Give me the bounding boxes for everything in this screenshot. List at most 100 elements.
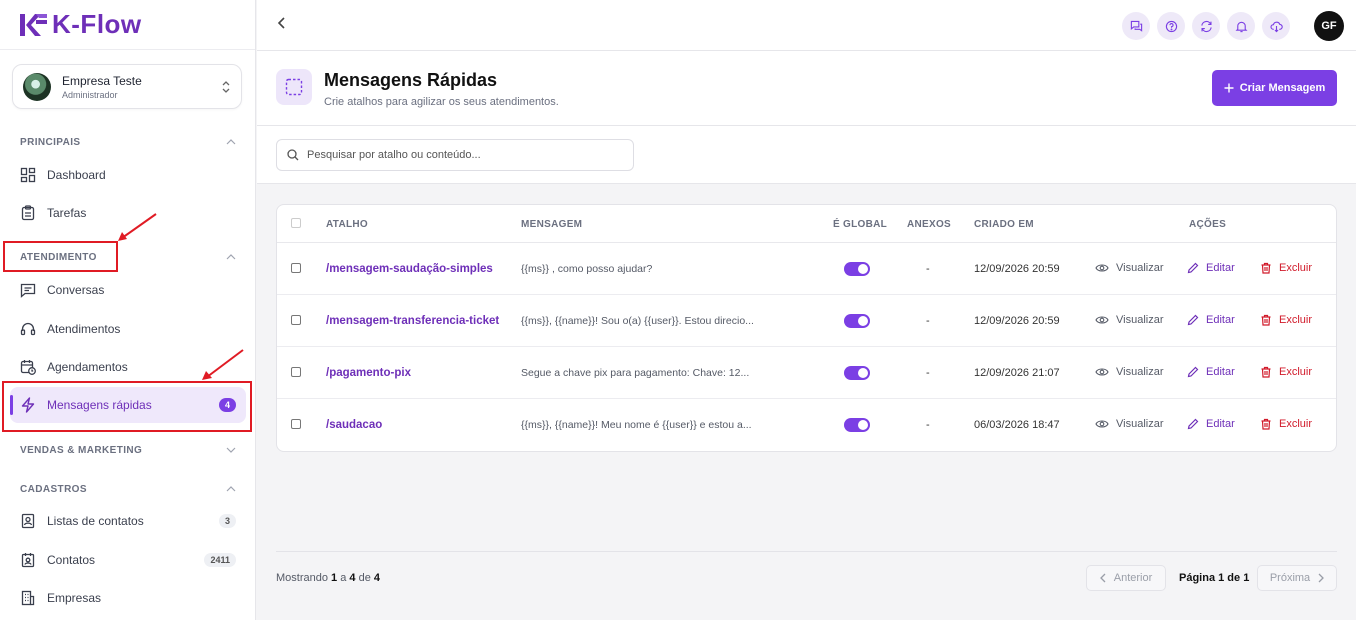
calendar-clock-icon xyxy=(19,358,37,376)
column-header-criado-em[interactable]: CRIADO EM xyxy=(974,219,1034,230)
shortcut-cell[interactable]: /saudacao xyxy=(326,419,382,431)
showing-sep-a: a xyxy=(340,572,347,584)
delete-button[interactable]: Excluir xyxy=(1260,366,1312,378)
dashboard-icon xyxy=(19,166,37,184)
top-actions xyxy=(1122,12,1290,40)
previous-label: Anterior xyxy=(1113,572,1153,584)
edit-button[interactable]: Editar xyxy=(1187,366,1235,378)
plus-icon xyxy=(1224,83,1234,93)
next-label: Próxima xyxy=(1269,572,1311,584)
chevron-right-icon xyxy=(1318,573,1325,583)
pencil-icon xyxy=(1187,418,1199,430)
sidebar-item-label: Conversas xyxy=(47,283,105,297)
sidebar-item-listas-de-contatos[interactable]: Listas de contatos 3 xyxy=(10,503,246,539)
showing-prefix: Mostrando xyxy=(276,572,328,584)
previous-page-button[interactable]: Anterior xyxy=(1086,565,1166,591)
sidebar-item-label: Dashboard xyxy=(47,168,106,182)
eye-icon xyxy=(1095,316,1109,324)
company-avatar xyxy=(23,72,51,101)
help-icon[interactable] xyxy=(1157,12,1185,40)
delete-label: Excluir xyxy=(1279,314,1313,326)
back-chevron-icon[interactable] xyxy=(277,16,287,35)
delete-button[interactable]: Excluir xyxy=(1260,418,1312,430)
annotation-box-mensagens xyxy=(2,381,252,432)
k-flow-logo-icon xyxy=(20,13,47,36)
global-toggle[interactable] xyxy=(844,366,870,380)
view-button[interactable]: Visualizar xyxy=(1095,262,1164,274)
user-avatar[interactable]: GF xyxy=(1314,11,1344,41)
table-header: ATALHO MENSAGEM É GLOBAL ANEXOS CRIADO E… xyxy=(277,205,1336,243)
search-box[interactable] xyxy=(276,139,634,171)
shortcut-cell[interactable]: /pagamento-pix xyxy=(326,367,411,379)
global-toggle[interactable] xyxy=(844,418,870,432)
sidebar-item-contatos[interactable]: Contatos 2411 xyxy=(10,542,246,578)
trash-icon xyxy=(1261,262,1271,274)
page-header: Mensagens Rápidas Crie atalhos para agil… xyxy=(257,51,1356,126)
pencil-icon xyxy=(1187,314,1199,326)
row-checkbox[interactable] xyxy=(291,263,301,273)
sidebar-item-atendimentos[interactable]: Atendimentos xyxy=(10,311,246,347)
sidebar-item-conversas[interactable]: Conversas xyxy=(10,272,246,308)
select-all-checkbox[interactable] xyxy=(291,218,301,228)
table-row: /pagamento-pix Segue a chave pix para pa… xyxy=(277,347,1336,399)
annotation-arrow-icon xyxy=(202,349,244,380)
edit-button[interactable]: Editar xyxy=(1187,262,1235,274)
sidebar: K-Flow Empresa Teste Administrador PRINC… xyxy=(0,0,256,620)
refresh-icon[interactable] xyxy=(1192,12,1220,40)
eye-icon xyxy=(1095,264,1109,272)
company-switcher[interactable]: Empresa Teste Administrador xyxy=(12,64,242,109)
view-button[interactable]: Visualizar xyxy=(1095,366,1164,378)
section-principais[interactable]: PRINCIPAIS xyxy=(0,132,256,152)
chevron-down-icon xyxy=(226,447,236,453)
edit-button[interactable]: Editar xyxy=(1187,314,1235,326)
section-vendas-marketing[interactable]: VENDAS & MARKETING xyxy=(0,440,256,460)
pencil-icon xyxy=(1187,366,1199,378)
delete-button[interactable]: Excluir xyxy=(1260,262,1312,274)
sidebar-item-label: Atendimentos xyxy=(47,322,121,336)
annotation-arrow-icon xyxy=(118,213,157,241)
shortcut-cell[interactable]: /mensagem-transferencia-ticket xyxy=(326,315,499,327)
column-header-global: É GLOBAL xyxy=(833,219,888,230)
showing-to: 4 xyxy=(349,572,356,584)
delete-button[interactable]: Excluir xyxy=(1260,314,1312,326)
chat-bubbles-icon[interactable] xyxy=(1122,12,1150,40)
search-input[interactable] xyxy=(307,149,627,161)
sidebar-item-dashboard[interactable]: Dashboard xyxy=(10,157,246,193)
showing-from: 1 xyxy=(331,572,338,584)
column-header-anexos: ANEXOS xyxy=(907,219,952,230)
results-summary: Mostrando 1 a 4 de 4 xyxy=(276,572,380,584)
view-button[interactable]: Visualizar xyxy=(1095,418,1164,430)
bell-icon[interactable] xyxy=(1227,12,1255,40)
shortcut-cell[interactable]: /mensagem-saudação-simples xyxy=(326,263,493,275)
headset-icon xyxy=(19,320,37,338)
chevron-up-icon xyxy=(226,139,236,145)
logo[interactable]: K-Flow xyxy=(0,0,255,50)
company-name: Empresa Teste xyxy=(62,73,142,88)
row-checkbox[interactable] xyxy=(291,419,301,429)
showing-total: 4 xyxy=(373,572,381,584)
column-header-mensagem: MENSAGEM xyxy=(521,219,583,230)
edit-button[interactable]: Editar xyxy=(1187,418,1235,430)
next-page-button[interactable]: Próxima xyxy=(1257,565,1337,591)
table-row: /mensagem-saudação-simples {{ms}} , como… xyxy=(277,243,1336,295)
trash-icon xyxy=(1261,418,1271,430)
sidebar-item-label: Tarefas xyxy=(47,206,87,220)
create-message-button[interactable]: Criar Mensagem xyxy=(1212,70,1337,106)
chevron-up-icon xyxy=(226,486,236,492)
row-checkbox[interactable] xyxy=(291,367,301,377)
section-cadastros[interactable]: CADASTROS xyxy=(0,479,256,499)
sidebar-item-empresas[interactable]: Empresas xyxy=(10,580,246,616)
contact-card-icon xyxy=(19,551,37,569)
top-bar: GF xyxy=(257,0,1356,51)
attachments-cell: - xyxy=(926,263,930,275)
column-header-atalho[interactable]: ATALHO xyxy=(326,219,368,230)
global-toggle[interactable] xyxy=(844,314,870,328)
download-cloud-icon[interactable] xyxy=(1262,12,1290,40)
count-badge: 3 xyxy=(218,514,236,528)
row-checkbox[interactable] xyxy=(291,315,301,325)
table-row: /saudacao {{ms}}, {{name}}! Meu nome é {… xyxy=(277,399,1336,451)
section-label: VENDAS & MARKETING xyxy=(20,444,143,456)
page-title: Mensagens Rápidas xyxy=(324,70,498,90)
view-button[interactable]: Visualizar xyxy=(1095,314,1164,326)
global-toggle[interactable] xyxy=(844,262,870,276)
